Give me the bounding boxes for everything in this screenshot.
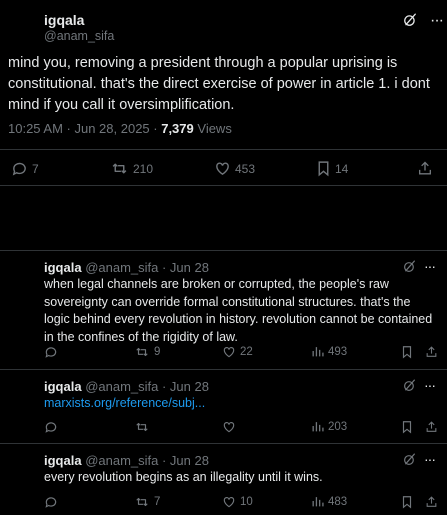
like-button[interactable]: 453 [214, 160, 255, 177]
views-count: 203 [328, 420, 348, 433]
bookmark-count: 14 [335, 161, 349, 176]
repost-button[interactable]: 7 [134, 495, 160, 509]
bookmark-icon [402, 496, 412, 509]
heart-icon [223, 497, 235, 508]
share-button[interactable] [425, 345, 438, 359]
repost-button[interactable]: 210 [110, 160, 153, 177]
more-icon[interactable]: ··· [430, 12, 444, 30]
heart-icon [223, 347, 235, 358]
views-button[interactable]: 493 [311, 345, 347, 358]
reply-tweet[interactable]: igqala @anam_sifa · Jun 28 ··· marxists.… [0, 370, 447, 443]
reply-icon [45, 497, 57, 508]
author-handle-date[interactable]: @anam_sifa · Jun 28 [85, 260, 209, 275]
divider [0, 185, 447, 186]
divider [0, 149, 447, 150]
timestamp[interactable]: 10:25 AM · Jun 28, 2025 · [8, 121, 161, 136]
reply-tweet[interactable]: igqala @anam_sifa · Jun 28 ··· every rev… [0, 444, 447, 515]
reply-tweet[interactable]: igqala @anam_sifa · Jun 28 ··· when lega… [0, 251, 447, 369]
repost-button[interactable] [134, 420, 154, 434]
more-icon[interactable]: ··· [424, 258, 436, 274]
grok-icon[interactable] [403, 13, 417, 27]
author-name[interactable]: igqala [44, 260, 82, 275]
reply-header: igqala @anam_sifa · Jun 28 [44, 453, 209, 468]
views-count: 7,379 [161, 121, 194, 136]
views-button[interactable]: 483 [311, 495, 347, 508]
bookmark-button[interactable]: 14 [316, 160, 348, 177]
more-icon[interactable]: ··· [424, 451, 436, 467]
share-button[interactable] [425, 495, 438, 509]
bookmark-icon [318, 161, 329, 177]
bookmark-button[interactable] [401, 495, 413, 509]
share-button[interactable] [417, 160, 433, 177]
reply-button[interactable] [44, 345, 62, 359]
repost-icon [136, 422, 148, 432]
views-icon [312, 347, 324, 357]
views-label: Views [193, 121, 232, 136]
author-name[interactable]: igqala [44, 12, 84, 28]
reply-text: when legal channels are broken or corrup… [44, 277, 433, 344]
repost-count: 7 [154, 496, 161, 508]
reply-button[interactable] [44, 495, 62, 509]
like-button[interactable]: 10 [222, 495, 253, 509]
author-handle-date[interactable]: @anam_sifa · Jun 28 [85, 379, 209, 394]
like-button[interactable] [222, 420, 240, 434]
author-name[interactable]: igqala [44, 453, 82, 468]
tweet-meta: 10:25 AM · Jun 28, 2025 · 7,379 Views [8, 121, 232, 136]
repost-icon [112, 163, 127, 174]
views-count: 493 [328, 345, 348, 358]
grok-icon[interactable] [403, 379, 416, 392]
reply-icon [12, 162, 26, 176]
grok-icon[interactable] [403, 260, 416, 273]
share-icon [426, 346, 437, 357]
bookmark-icon [402, 421, 412, 434]
repost-button[interactable]: 9 [134, 345, 160, 359]
author-name[interactable]: igqala [44, 379, 82, 394]
author-handle-date[interactable]: @anam_sifa · Jun 28 [85, 453, 209, 468]
share-button[interactable] [425, 420, 438, 434]
like-button[interactable]: 22 [222, 345, 253, 359]
like-count: 22 [240, 346, 253, 358]
views-button[interactable]: 203 [311, 420, 347, 433]
views-icon [312, 497, 324, 507]
reply-link[interactable]: marxists.org/reference/subj... [44, 395, 439, 413]
reply-icon [45, 422, 57, 433]
reply-text: every revolution begins as an illegality… [44, 470, 323, 484]
repost-count: 9 [154, 346, 161, 358]
views-icon [312, 422, 324, 432]
repost-icon [136, 497, 148, 507]
heart-icon [216, 162, 229, 176]
author-handle[interactable]: @anam_sifa [44, 29, 114, 43]
like-count: 453 [235, 161, 256, 176]
share-icon [419, 161, 431, 175]
repost-icon [136, 347, 148, 357]
reply-header: igqala @anam_sifa · Jun 28 [44, 379, 209, 394]
repost-count: 210 [133, 161, 154, 176]
main-tweet: igqala @anam_sifa ··· mind you, removing… [0, 0, 447, 190]
reply-count: 7 [32, 161, 39, 176]
views-count: 483 [328, 495, 348, 508]
share-icon [426, 421, 437, 432]
bookmark-button[interactable] [401, 345, 413, 359]
reply-button[interactable] [44, 420, 62, 434]
share-icon [426, 496, 437, 507]
grok-icon[interactable] [403, 453, 416, 466]
reply-button[interactable]: 7 [11, 160, 39, 177]
bookmark-icon [402, 346, 412, 359]
reply-icon [45, 347, 57, 358]
more-icon[interactable]: ··· [424, 377, 436, 393]
heart-icon [223, 422, 235, 433]
reply-header: igqala @anam_sifa · Jun 28 [44, 260, 209, 275]
bookmark-button[interactable] [401, 420, 413, 434]
like-count: 10 [240, 496, 253, 508]
tweet-text: mind you, removing a president through a… [8, 55, 430, 113]
